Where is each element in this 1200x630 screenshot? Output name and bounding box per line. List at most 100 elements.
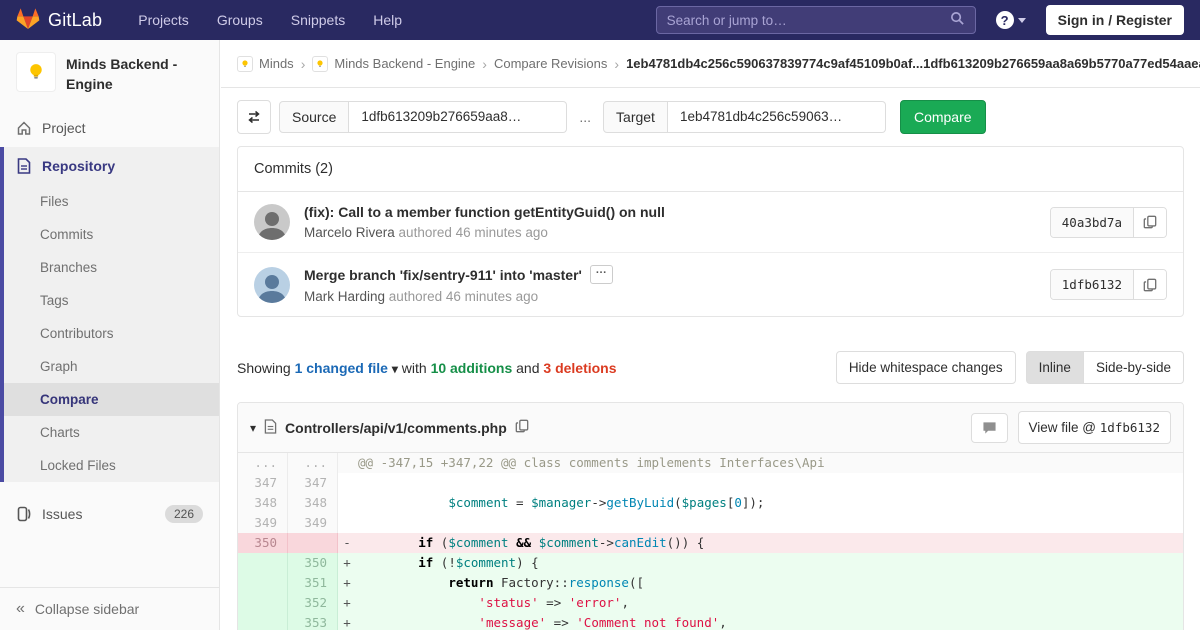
source-ref-input[interactable]: 1dfb613209b276659aa8… (349, 101, 568, 133)
search-box[interactable] (655, 6, 976, 34)
toggle-commit-description-button[interactable]: ··· (589, 265, 613, 284)
comment-icon (982, 421, 996, 434)
compare-button[interactable]: Compare (899, 100, 986, 134)
commit-author-avatar[interactable] (254, 204, 290, 240)
sidebar-item-commits[interactable]: Commits (4, 218, 219, 251)
diff-marker: + (338, 573, 356, 593)
commit-title[interactable]: Merge branch 'fix/sentry-911' into 'mast… (304, 267, 582, 283)
changed-files-dropdown[interactable]: 1 changed file ▾ (295, 360, 398, 376)
old-line-number[interactable] (238, 553, 288, 573)
code-line (356, 513, 1183, 533)
project-context-header[interactable]: Minds Backend - Engine (0, 40, 219, 109)
diff-line: 349 349 (238, 513, 1183, 533)
breadcrumb-item-compare-revisions[interactable]: Compare Revisions (494, 56, 607, 71)
old-line-number[interactable]: 348 (238, 493, 288, 513)
sidebar-item-compare[interactable]: Compare (4, 382, 219, 416)
tanuki-icon (16, 7, 40, 34)
chevron-down-icon (1017, 17, 1026, 23)
commit-row: Merge branch 'fix/sentry-911' into 'mast… (238, 252, 1183, 316)
sidebar-item-project[interactable]: Project (0, 109, 219, 147)
deletions-count: 3 deletions (543, 359, 617, 376)
commit-sha[interactable]: 40a3bd7a (1050, 207, 1133, 237)
nav-item-projects[interactable]: Projects (126, 2, 201, 38)
commit-author-avatar[interactable] (254, 266, 290, 303)
diff-line: 350 - if ($comment && $comment->canEdit()… (238, 533, 1183, 553)
breadcrumb-item-project[interactable]: Minds Backend - Engine (312, 55, 475, 72)
copy-icon (1143, 278, 1157, 291)
target-ref-input[interactable]: 1eb4781db4c256c59063… (667, 101, 886, 133)
view-file-button[interactable]: View file @ 1dfb6132 (1017, 411, 1171, 444)
sidebar-item-contributors[interactable]: Contributors (4, 317, 219, 350)
group-avatar (237, 55, 253, 72)
commit-sha[interactable]: 1dfb6132 (1050, 270, 1133, 299)
new-line-number[interactable]: 350 (288, 553, 338, 573)
sidebar-item-files[interactable]: Files (4, 185, 219, 218)
commit-sha-group: 1dfb6132 (1049, 269, 1167, 300)
collapse-diff-caret-icon[interactable]: ▾ (250, 421, 256, 435)
new-line-number[interactable] (288, 533, 338, 553)
copy-sha-button[interactable] (1133, 270, 1166, 299)
hide-whitespace-button[interactable]: Hide whitespace changes (835, 351, 1016, 384)
breadcrumb-item-group[interactable]: Minds (237, 55, 294, 72)
sidebar-item-graph[interactable]: Graph (4, 350, 219, 383)
old-line-number[interactable]: 349 (238, 513, 288, 533)
breadcrumb-separator: › (614, 55, 620, 72)
sidebar-item-repository[interactable]: Repository (4, 147, 219, 185)
nav-item-help[interactable]: Help (361, 2, 414, 38)
commit-title[interactable]: (fix): Call to a member function getEnti… (304, 204, 665, 220)
new-line-number[interactable]: 353 (288, 613, 338, 630)
diff-marker: - (338, 533, 356, 553)
help-dropdown[interactable]: ? (995, 11, 1026, 29)
sidebar-item-charts[interactable]: Charts (4, 416, 219, 449)
sidebar-item-locked-files[interactable]: Locked Files (4, 449, 219, 482)
inline-view-button[interactable]: Inline (1025, 351, 1084, 384)
old-line-number[interactable]: 347 (238, 473, 288, 493)
old-line-number[interactable]: 350 (238, 533, 288, 553)
diff-view-mode-group: Inline Side-by-side (1025, 351, 1184, 384)
left-sidebar: Minds Backend - Engine Project Repositor… (0, 40, 220, 630)
diff-marker (338, 493, 356, 513)
diff-table: ...... @@ -347,15 +347,22 @@ class commen… (238, 453, 1183, 630)
file-icon (264, 418, 277, 437)
sidebar-item-issues[interactable]: Issues 226 (0, 494, 219, 534)
new-line-number[interactable]: ... (288, 453, 338, 473)
old-line-number[interactable] (238, 573, 288, 593)
copy-path-button[interactable] (515, 419, 529, 436)
search-icon[interactable] (950, 11, 965, 29)
copy-sha-button[interactable] (1133, 207, 1166, 237)
gitlab-logo[interactable]: GitLab (16, 7, 102, 34)
nav-item-snippets[interactable]: Snippets (279, 2, 357, 38)
code-line: return Factory::response([ (356, 573, 1183, 593)
new-line-number[interactable]: 347 (288, 473, 338, 493)
side-by-side-view-button[interactable]: Side-by-side (1083, 351, 1184, 384)
new-line-number[interactable]: 352 (288, 593, 338, 613)
diff-file-panel: ▾ Controllers/api/v1/comments.php View f… (237, 402, 1184, 630)
diff-line: 352 + 'status' => 'error', (238, 593, 1183, 613)
sidebar-item-tags[interactable]: Tags (4, 284, 219, 317)
commit-author[interactable]: Mark Harding (304, 289, 385, 304)
new-line-number[interactable]: 349 (288, 513, 338, 533)
nav-item-groups[interactable]: Groups (205, 2, 275, 38)
old-line-number[interactable] (238, 613, 288, 630)
sidebar-item-branches[interactable]: Branches (4, 251, 219, 284)
source-label: Source (279, 101, 350, 133)
project-title: Minds Backend - Engine (66, 56, 178, 93)
new-line-number[interactable]: 351 (288, 573, 338, 593)
code-line: @@ -347,15 +347,22 @@ class comments imp… (358, 455, 825, 470)
toggle-comments-button[interactable] (970, 412, 1008, 443)
collapse-sidebar-button[interactable]: « Collapse sidebar (0, 587, 219, 630)
search-input[interactable] (666, 12, 950, 28)
old-line-number[interactable]: ... (238, 453, 288, 473)
old-line-number[interactable] (238, 593, 288, 613)
code-line: 'status' => 'error', (356, 593, 1183, 613)
sidebar-item-label: Project (42, 119, 86, 136)
new-line-number[interactable]: 348 (288, 493, 338, 513)
sign-in-button[interactable]: Sign in / Register (1045, 5, 1184, 35)
copy-icon (515, 419, 529, 433)
diff-marker (338, 513, 356, 533)
swap-revisions-button[interactable] (237, 100, 271, 134)
commit-author[interactable]: Marcelo Rivera (304, 225, 395, 240)
lightbulb-icon (30, 64, 42, 79)
diff-file-path[interactable]: Controllers/api/v1/comments.php (285, 420, 507, 436)
diff-line: 351 + return Factory::response([ (238, 573, 1183, 593)
